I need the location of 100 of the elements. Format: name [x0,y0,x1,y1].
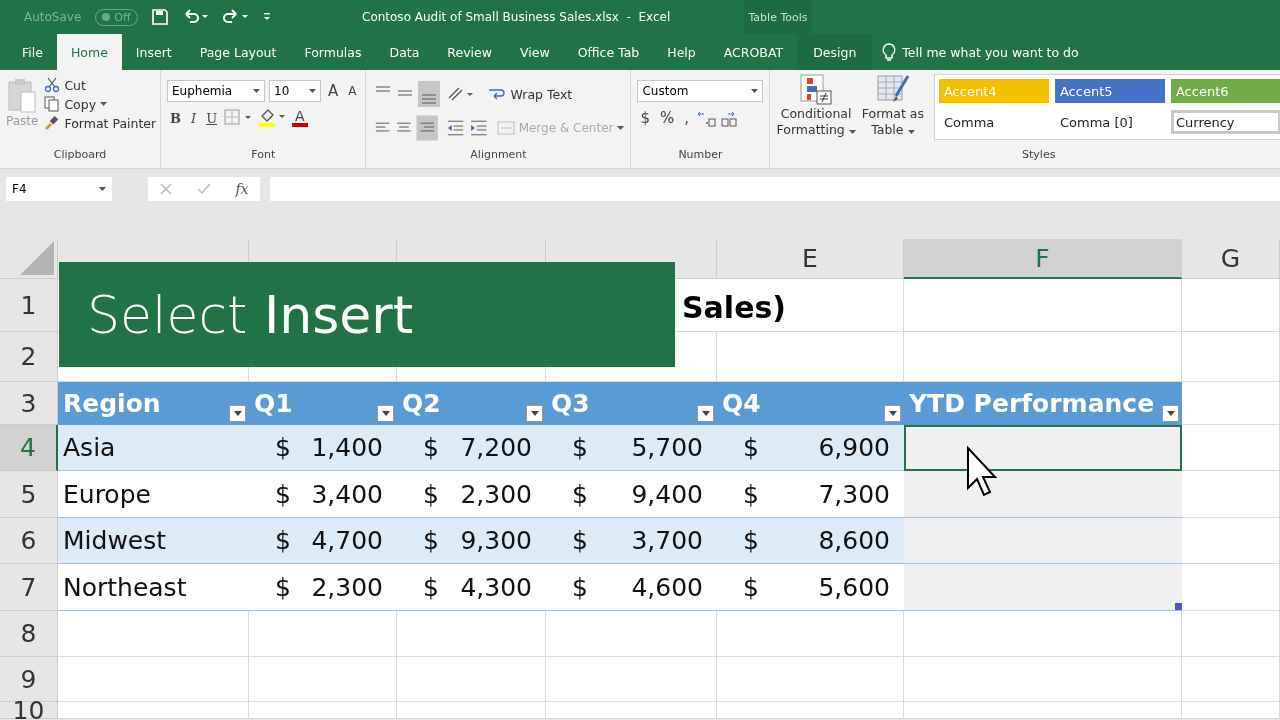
copy-button[interactable]: Copy [44,96,157,112]
caret-icon [100,102,108,106]
row-header[interactable]: 9 [0,657,58,702]
amount-value: 4,600 [631,572,703,602]
cell-style-swatch[interactable]: Currency [1170,110,1280,134]
grid-cell[interactable] [1182,471,1280,518]
grid-cell[interactable] [1182,382,1280,425]
grid-cell[interactable] [1182,564,1280,611]
row-header[interactable]: 8 [0,611,58,657]
redo-icon[interactable] [221,9,248,25]
row-header[interactable]: 4 [0,425,58,471]
formula-input[interactable] [270,177,1280,201]
row-header[interactable]: 7 [0,564,58,611]
grid-cell[interactable] [546,657,717,702]
grid-cell[interactable] [1182,702,1280,719]
grid-cell[interactable] [58,657,249,702]
grid-cell[interactable] [717,702,904,719]
column-header[interactable]: G [1182,239,1280,279]
grid-cell[interactable] [397,657,546,702]
grid-cell[interactable] [904,611,1182,657]
grid-cell[interactable] [249,702,397,719]
number-format-button[interactable]: $ [637,109,654,127]
grid-cell[interactable] [58,702,249,719]
grid-cell[interactable] [397,611,546,657]
customize-icon[interactable] [261,12,272,22]
table-cell[interactable] [904,564,1182,611]
conditional-formatting-button[interactable]: Conditional Formatting [776,74,856,148]
currency-symbol: $ [572,433,588,462]
cut-button[interactable]: Cut [44,77,157,93]
row-header[interactable]: 10 [0,702,58,719]
ribbon-tab[interactable]: Formulas [290,34,376,70]
ribbon-tab[interactable]: Page Layout [185,34,291,70]
column-header[interactable]: F [904,239,1182,279]
currency-symbol: $ [423,526,439,555]
font-style-button[interactable]: B [167,110,184,126]
ribbon-tab[interactable]: Data [375,34,434,70]
ribbon-tab[interactable]: View [505,34,564,70]
cancel-icon[interactable] [159,182,174,196]
filter-button[interactable] [229,405,246,422]
wrap-text-button[interactable]: Wrap Text [488,86,573,102]
grid-cell[interactable] [58,611,249,657]
font-style-button[interactable]: U [203,110,221,126]
grid-cell[interactable] [1182,611,1280,657]
grid-cell[interactable] [249,657,397,702]
ribbon-tab[interactable]: File [8,34,57,70]
grid-cell[interactable] [904,702,1182,719]
number-format-button[interactable]: , [681,109,693,127]
ribbon-tab[interactable]: Home [56,34,122,70]
number-format-dropdown[interactable]: Custom [637,80,764,102]
shrink-font-button[interactable]: A [345,84,360,98]
ribbon-tab[interactable]: Help [653,34,710,70]
grid-cell[interactable] [249,611,397,657]
font-name-dropdown[interactable]: Euphemia [167,80,265,102]
grow-font-button[interactable]: A [325,82,342,100]
grid-cell[interactable] [904,657,1182,702]
number-format-button[interactable]: % [657,109,678,127]
lightbulb-icon [882,43,897,61]
font-color-button[interactable]: A [292,109,308,127]
grid-cell[interactable] [1182,425,1280,471]
filter-button[interactable] [377,405,394,422]
filter-button[interactable] [526,405,543,422]
row-header[interactable]: 2 [0,332,58,382]
tell-me-search[interactable]: Tell me what you want to do [872,34,1079,70]
grid-cell[interactable] [1182,518,1280,564]
insert-function-button[interactable]: fx [235,181,249,197]
check-icon[interactable] [196,182,213,196]
format-painter-button[interactable]: Format Painter [44,115,157,131]
column-header[interactable]: E [717,239,904,279]
row-header[interactable]: 5 [0,471,58,518]
grid-cell[interactable] [1182,279,1280,332]
filter-button[interactable] [884,405,901,422]
name-box[interactable]: F4 [6,177,112,201]
filter-button[interactable] [697,405,714,422]
resize-handle[interactable] [1175,603,1182,610]
grid-cell[interactable] [904,279,1182,332]
grid-cell[interactable] [1182,332,1280,382]
select-all-corner[interactable] [0,239,58,279]
format-as-table-button[interactable]: Format as Table [861,74,924,148]
cell-style-swatch[interactable]: Accent5 [1054,79,1165,103]
filter-button[interactable] [1162,405,1179,422]
font-size-dropdown[interactable]: 10 [269,80,321,102]
row-header[interactable]: 3 [0,382,58,425]
save-icon[interactable] [151,9,168,25]
active-cell[interactable] [904,425,1182,471]
grid-cell[interactable] [717,611,904,657]
ribbon-tab[interactable]: Design [797,34,873,70]
ribbon-tab[interactable]: Insert [121,34,186,70]
table-cell[interactable] [904,518,1182,564]
table-cell[interactable] [904,471,1182,518]
ribbon-tab[interactable]: Office Tab [563,34,654,70]
ribbon-tab[interactable]: Review [433,34,506,70]
grid-cell[interactable] [717,657,904,702]
row-header[interactable]: 6 [0,518,58,564]
grid-cell[interactable] [1182,657,1280,702]
grid-cell[interactable] [546,702,717,719]
ribbon-tab[interactable]: ACROBAT [709,34,798,70]
font-style-button[interactable]: I [188,110,200,126]
grid-cell[interactable] [546,611,717,657]
grid-cell[interactable] [397,702,546,719]
row-header[interactable]: 1 [0,279,58,332]
